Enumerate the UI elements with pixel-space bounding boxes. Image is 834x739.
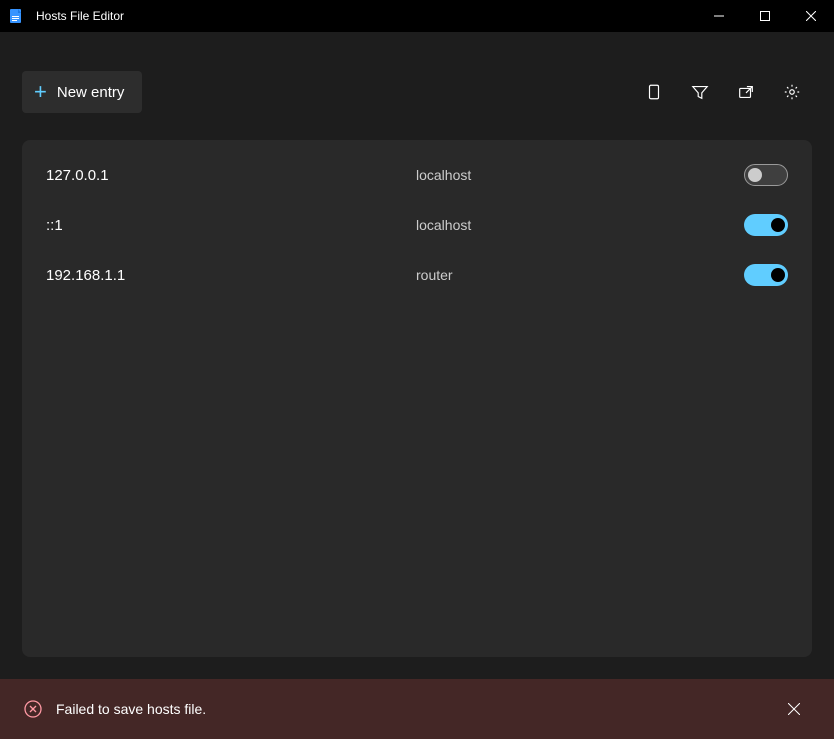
entry-host: router (416, 267, 744, 283)
error-bar: Failed to save hosts file. (0, 679, 834, 739)
settings-button[interactable] (772, 72, 812, 112)
error-message: Failed to save hosts file. (56, 701, 778, 717)
entry-row[interactable]: 192.168.1.1 router (22, 250, 812, 300)
new-entry-label: New entry (57, 84, 125, 101)
filter-button[interactable] (680, 72, 720, 112)
entry-host: localhost (416, 167, 744, 183)
entry-toggle[interactable] (744, 214, 788, 236)
titlebar: Hosts File Editor (0, 0, 834, 32)
entries-panel: 127.0.0.1 localhost ::1 localhost 192.16… (22, 140, 812, 657)
entry-toggle[interactable] (744, 164, 788, 186)
entry-row[interactable]: 127.0.0.1 localhost (22, 150, 812, 200)
app-icon (8, 8, 24, 24)
close-button[interactable] (788, 0, 834, 32)
entry-ip: 192.168.1.1 (46, 267, 416, 284)
new-entry-button[interactable]: + New entry (22, 71, 142, 113)
entry-row[interactable]: ::1 localhost (22, 200, 812, 250)
toggle-knob (771, 218, 785, 232)
window-title: Hosts File Editor (36, 9, 696, 23)
entry-toggle[interactable] (744, 264, 788, 286)
window-controls (696, 0, 834, 32)
error-icon (24, 700, 42, 718)
error-close-button[interactable] (778, 693, 810, 725)
toggle-knob (771, 268, 785, 282)
toolbar: + New entry (0, 52, 834, 132)
entry-host: localhost (416, 217, 744, 233)
entry-ip: ::1 (46, 217, 416, 234)
content-area: + New entry (0, 32, 834, 679)
additional-lines-button[interactable] (634, 72, 674, 112)
minimize-button[interactable] (696, 0, 742, 32)
entry-ip: 127.0.0.1 (46, 167, 416, 184)
plus-icon: + (34, 79, 47, 105)
maximize-button[interactable] (742, 0, 788, 32)
open-hosts-file-button[interactable] (726, 72, 766, 112)
toggle-knob (748, 168, 762, 182)
